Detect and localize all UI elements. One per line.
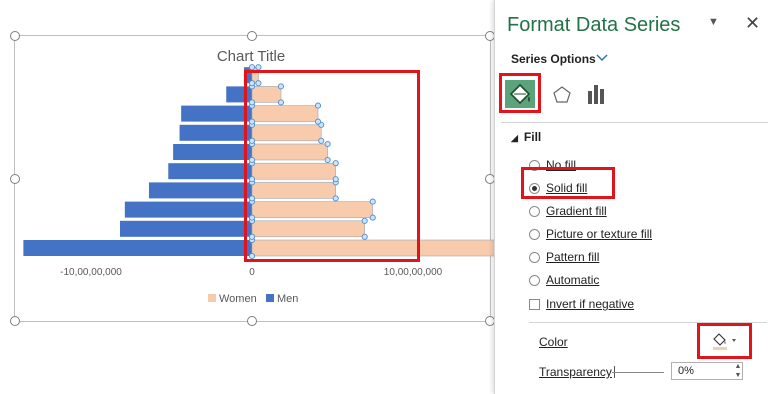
x-tick-label: 10,00,00,000: [384, 267, 443, 278]
pattern-fill-label: Pattern fill: [546, 250, 600, 264]
highlight-women-series: [244, 70, 420, 262]
pattern-fill-radio[interactable]: [529, 251, 540, 263]
series-options-tab[interactable]: [585, 82, 609, 106]
format-data-series-pane[interactable]: Format Data Series ▼ ✕ Series Options ◢ F…: [494, 0, 768, 394]
men-bar[interactable]: [181, 105, 252, 122]
fill-section-header[interactable]: ◢ Fill: [511, 130, 541, 144]
men-bar[interactable]: [179, 124, 252, 141]
legend-swatch: [266, 294, 274, 302]
men-bar[interactable]: [124, 201, 252, 218]
transparency-spinner[interactable]: ▲ ▼: [733, 362, 743, 380]
effects-icon: [553, 86, 571, 103]
invert-if-negative-label: Invert if negative: [546, 297, 635, 311]
pane-title: Format Data Series: [507, 14, 681, 36]
men-bar[interactable]: [148, 182, 252, 199]
automatic-fill-option[interactable]: Automatic: [529, 271, 599, 289]
men-bar[interactable]: [23, 240, 252, 256]
invert-if-negative-option[interactable]: Invert if negative: [529, 295, 634, 313]
transparency-label: Transparency: [539, 365, 612, 379]
effects-tab[interactable]: [551, 80, 573, 108]
x-tick-label: 0: [249, 267, 255, 278]
series-options-icon: [588, 85, 604, 104]
chevron-down-icon[interactable]: [596, 51, 608, 65]
legend-swatch: [208, 294, 216, 302]
men-bar[interactable]: [173, 144, 252, 160]
chart-title[interactable]: Chart Title: [217, 48, 285, 65]
picture-fill-label: Picture or texture fill: [546, 227, 653, 241]
tab-divider: [501, 122, 768, 123]
gradient-fill-radio[interactable]: [529, 205, 540, 217]
collapse-triangle-icon: ◢: [511, 133, 518, 143]
picture-fill-option[interactable]: Picture or texture fill: [529, 225, 652, 243]
gradient-fill-label: Gradient fill: [546, 204, 607, 218]
men-bar[interactable]: [168, 163, 252, 180]
highlight-solid-fill: [521, 167, 615, 199]
chart-area[interactable]: Chart Title123456789-20,00,00,000-10,00,…: [0, 0, 495, 394]
highlight-color-button: [697, 323, 752, 359]
automatic-fill-label: Automatic: [546, 273, 600, 287]
men-bar[interactable]: [119, 220, 252, 237]
x-tick-label: -10,00,00,000: [60, 267, 122, 278]
color-label: Color: [539, 335, 568, 349]
gradient-fill-option[interactable]: Gradient fill: [529, 202, 607, 220]
automatic-fill-radio[interactable]: [529, 274, 540, 286]
legend-label[interactable]: Women: [219, 293, 257, 305]
pattern-fill-option[interactable]: Pattern fill: [529, 248, 599, 266]
legend-label[interactable]: Men: [277, 293, 298, 305]
picture-fill-radio[interactable]: [529, 228, 540, 240]
invert-if-negative-checkbox[interactable]: [529, 298, 540, 310]
fill-header-label: Fill: [523, 130, 542, 144]
pane-options-dropdown[interactable]: ▼: [708, 16, 719, 28]
close-icon[interactable]: ✕: [745, 13, 760, 34]
series-options-label[interactable]: Series Options: [511, 52, 596, 66]
transparency-slider[interactable]: [612, 372, 664, 373]
highlight-fill-tab: [499, 73, 541, 113]
